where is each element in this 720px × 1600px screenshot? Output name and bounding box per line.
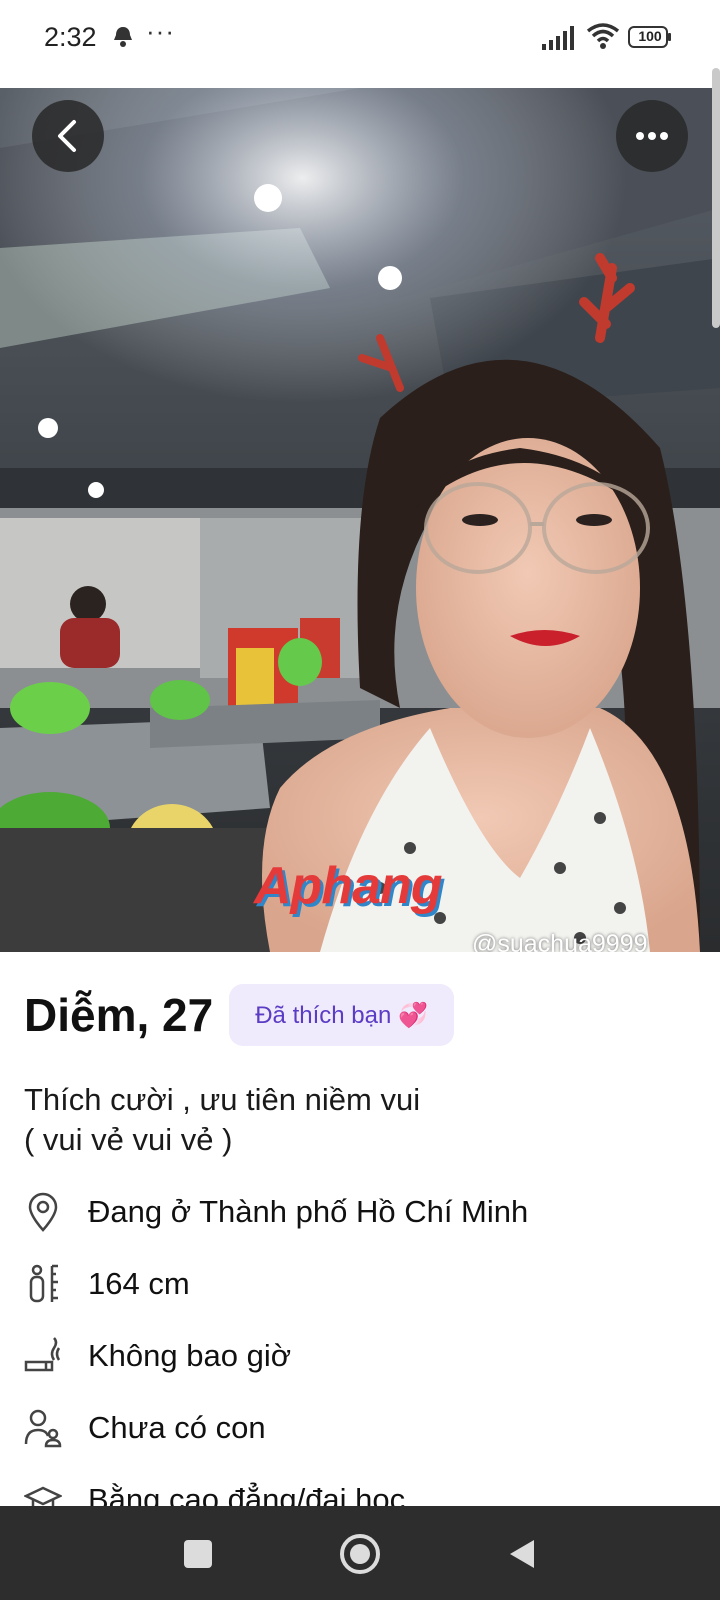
detail-location: Đang ở Thành phố Hồ Chí Minh	[24, 1184, 704, 1240]
detail-children: Chưa có con	[24, 1400, 704, 1456]
more-horizontal-icon	[636, 132, 668, 140]
signal-icon	[542, 26, 574, 50]
battery-level: 100	[638, 28, 662, 44]
more-options-button[interactable]	[616, 100, 688, 172]
detail-height: 164 cm	[24, 1256, 704, 1312]
detail-children-text: Chưa có con	[88, 1410, 266, 1445]
notification-icon	[114, 27, 132, 47]
home-circle-icon	[340, 1534, 380, 1574]
home-button[interactable]	[332, 1526, 388, 1582]
recent-apps-button[interactable]	[170, 1526, 226, 1582]
triangle-back-icon	[510, 1540, 534, 1568]
profile-name: Diễm, 27	[24, 989, 214, 1041]
children-icon	[24, 1407, 62, 1449]
tiktok-tag: @suachua9999	[472, 930, 648, 952]
status-bar: 2:32 ··· 100	[0, 0, 720, 88]
detail-smoking-text: Không bao giờ	[88, 1338, 292, 1373]
liked-you-badge: Đã thích bạn 💞	[229, 984, 454, 1046]
back-button[interactable]	[32, 100, 104, 172]
name-row: Diễm, 27 Đã thích bạn 💞	[24, 982, 454, 1048]
height-icon	[24, 1263, 62, 1305]
profile-photo[interactable]: Aphang @suachua9999	[0, 88, 720, 952]
detail-location-text: Đang ở Thành phố Hồ Chí Minh	[88, 1194, 529, 1229]
smoking-icon	[24, 1335, 62, 1377]
status-more-icon: ···	[146, 16, 175, 46]
profile-bio: Thích cười , ưu tiên niềm vui ( vui vẻ v…	[24, 1082, 421, 1157]
watermark: Aphang	[254, 857, 443, 915]
detail-smoking: Không bao giờ	[24, 1328, 704, 1384]
location-pin-icon	[24, 1191, 62, 1233]
square-icon	[184, 1540, 212, 1568]
scrollbar[interactable]	[712, 68, 720, 328]
system-nav-bar	[0, 1506, 720, 1600]
status-time: 2:32	[44, 22, 97, 52]
chevron-left-icon	[58, 120, 76, 152]
wifi-icon	[586, 23, 620, 49]
back-nav-button[interactable]	[494, 1526, 550, 1582]
detail-height-text: 164 cm	[88, 1266, 190, 1301]
